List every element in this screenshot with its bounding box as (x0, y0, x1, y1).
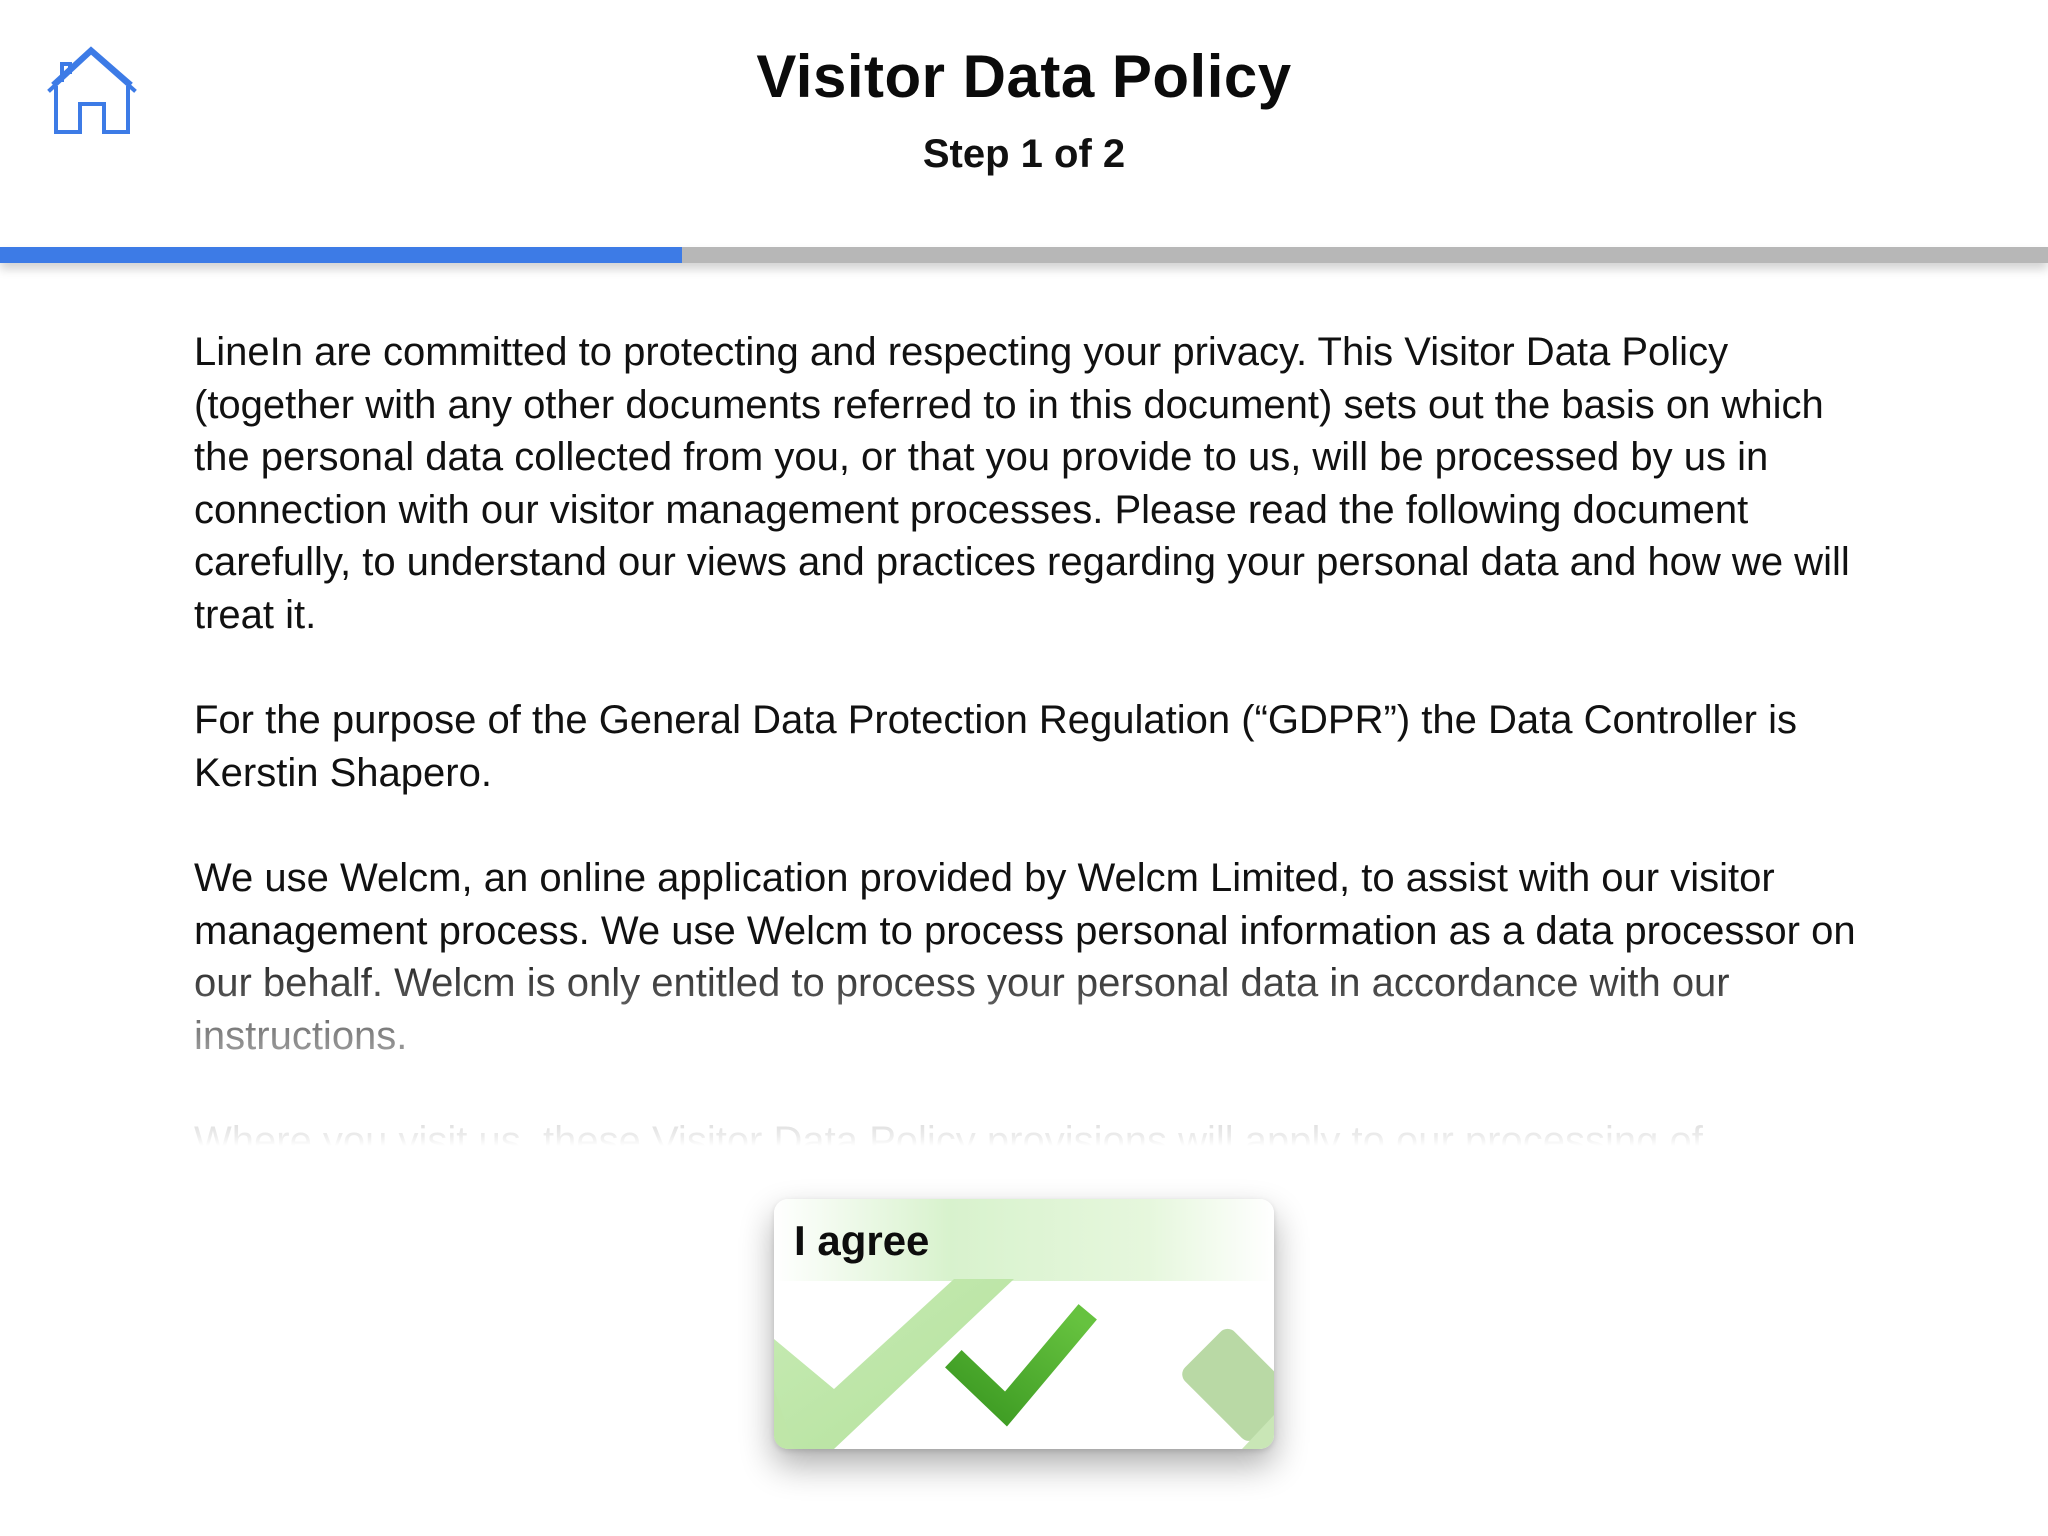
agree-button-label: I agree (794, 1217, 930, 1264)
progress-bar (0, 247, 2048, 263)
agree-button[interactable]: I agree (774, 1199, 1274, 1449)
policy-paragraph: Where you visit us, these Visitor Data P… (194, 1119, 1703, 1146)
step-indicator: Step 1 of 2 (922, 132, 1126, 176)
policy-paragraph: For the purpose of the General Data Prot… (194, 698, 1797, 795)
visitor-data-policy-screen: Visitor Data Policy Step 1 of 2 LineIn a… (0, 0, 2048, 1536)
policy-paragraph: LineIn are committed to protecting and r… (194, 330, 1850, 637)
page-title: Visitor Data Policy (756, 43, 1292, 110)
policy-paragraph: We use Welcm, an online application prov… (194, 856, 1856, 1058)
progress-bar-fill (0, 247, 682, 263)
checkmark-icon (945, 1304, 1097, 1427)
policy-text[interactable]: LineIn are committed to protecting and r… (194, 326, 1874, 1146)
header: Visitor Data Policy Step 1 of 2 (0, 0, 2048, 245)
